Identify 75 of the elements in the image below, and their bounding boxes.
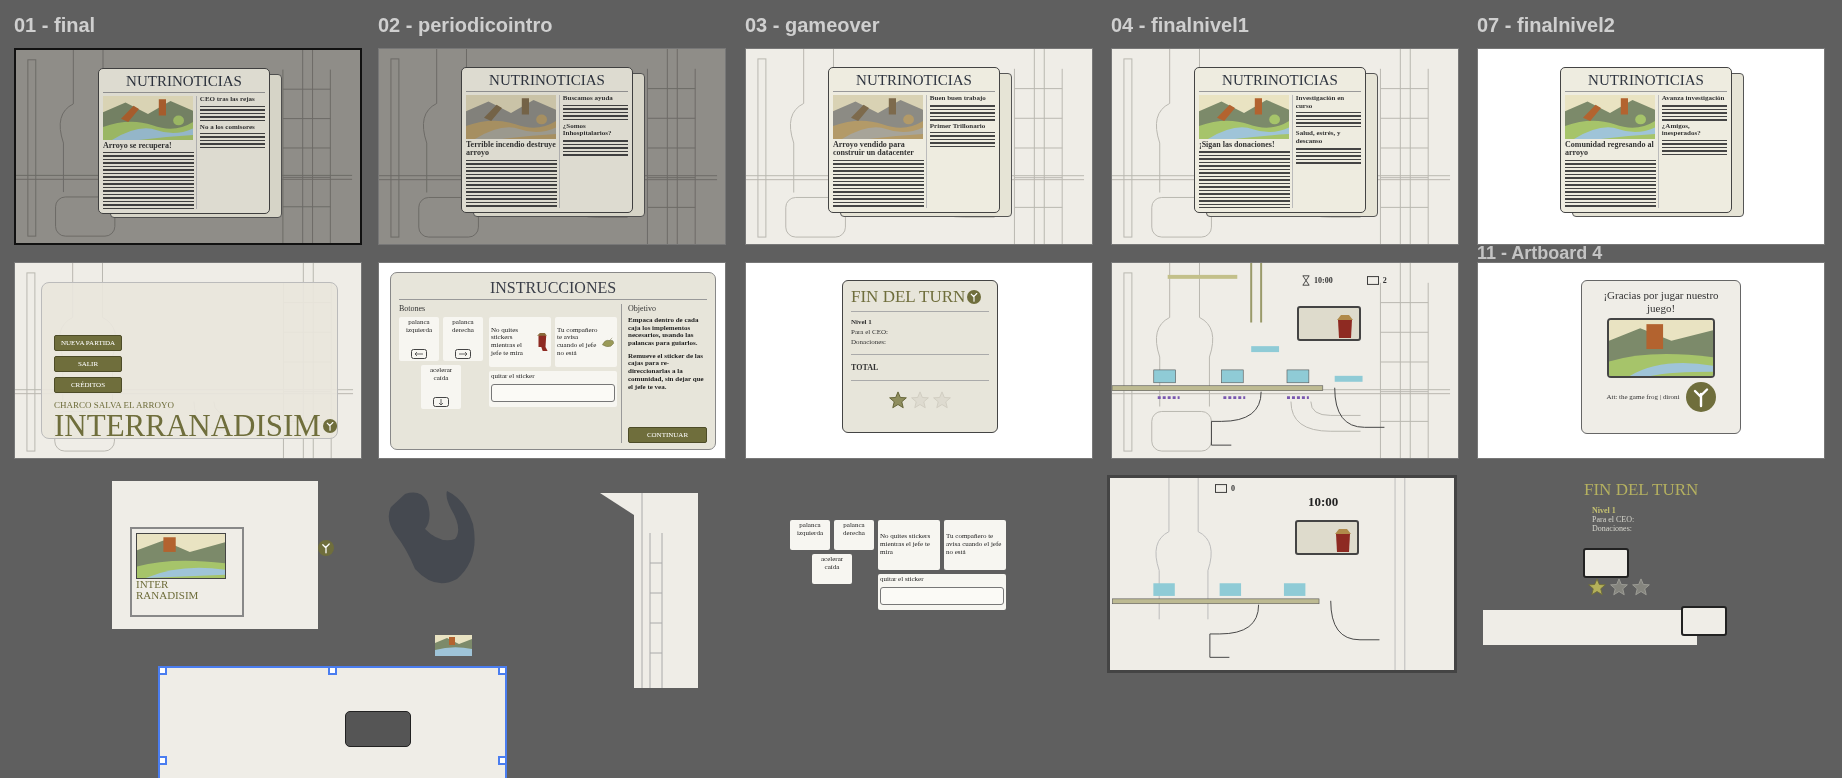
hat-figure-icon	[1333, 527, 1353, 553]
frog-logo-icon	[318, 540, 334, 556]
star-icon	[889, 391, 907, 409]
input-field[interactable]	[880, 586, 1004, 605]
headline: Comunidad regresando al arroyo	[1565, 141, 1655, 158]
section-label: Objetivo	[628, 304, 657, 313]
arrow-key-icon	[455, 349, 471, 359]
star-icon	[1632, 578, 1650, 596]
artboard-title[interactable]: 04 - finalnivel1	[1111, 14, 1249, 37]
arrow-key-icon	[433, 397, 449, 407]
section-label: Botones	[399, 304, 427, 313]
text-lines-drawing	[562, 140, 628, 157]
artboard-title[interactable]: 03 - gameover	[745, 14, 880, 37]
level-label: Nivel 1	[1592, 506, 1617, 515]
text-lines-drawing	[199, 133, 265, 150]
window-frame	[1583, 548, 1629, 578]
artboard-title[interactable]: 01 - final	[14, 14, 96, 37]
resize-handle[interactable]	[328, 668, 337, 675]
artboard-title[interactable]: 02 - periodicointro	[378, 14, 553, 37]
text-lines-drawing	[562, 104, 628, 121]
headline: Arroyo vendido para construir un datacenter	[833, 141, 915, 158]
game-title: INTERRANADISIM	[54, 410, 321, 443]
text-lines-drawing	[929, 104, 995, 121]
hat-figure-icon	[535, 330, 549, 354]
artboard[interactable]	[158, 666, 507, 778]
newspaper-masthead: NUTRINOTICIAS	[1565, 72, 1727, 92]
newspaper-masthead: NUTRINOTICIAS	[833, 72, 995, 92]
text-lines-drawing	[1295, 147, 1361, 164]
window-frame	[345, 711, 411, 747]
total-label: TOTAL	[851, 354, 989, 381]
box-counter: 0	[1231, 484, 1235, 493]
artboard[interactable]: 10:00 2	[1111, 262, 1459, 459]
summary-row-label: Donaciones:	[1592, 524, 1633, 533]
headline: Arroyo se recupera!	[103, 142, 173, 151]
star-icon	[1610, 578, 1628, 596]
game-artboard[interactable]: 0 10:00	[1107, 475, 1457, 673]
summary-heading: FIN DEL TURN	[851, 287, 966, 307]
resize-handle[interactable]	[160, 756, 167, 765]
text-lines-drawing	[929, 132, 995, 149]
newspaper-masthead: NUTRINOTICIAS	[103, 73, 265, 93]
title-line: INTER	[136, 579, 170, 590]
instructions-heading: INSTRUCCIONES	[399, 279, 707, 300]
summary-row-label: Para el CEO:	[1592, 515, 1636, 524]
box-icon	[1215, 484, 1227, 493]
hourglass-icon	[1302, 275, 1310, 286]
artboard-title[interactable]: 11 - Artboard 4	[1477, 245, 1603, 262]
artboard-title[interactable]: 07 - finalnivel2	[1477, 14, 1615, 37]
arrow-key-icon	[411, 349, 427, 359]
box-counter: 2	[1382, 276, 1387, 285]
summary-heading: FIN DEL TURN	[1584, 480, 1700, 500]
star-icon	[1588, 578, 1606, 596]
star-icon	[933, 391, 951, 409]
frog-logo-icon	[967, 290, 982, 304]
artboard[interactable]	[378, 262, 726, 459]
newspaper-masthead: NUTRINOTICIAS	[466, 72, 628, 92]
input-field[interactable]	[491, 383, 615, 402]
headline: ¡Sigan las donaciones!	[1199, 141, 1276, 150]
timer: 10:00	[1314, 276, 1333, 285]
title-line: RANADISIM	[136, 590, 200, 601]
headline: Terrible incendio destruye arroyo	[466, 141, 557, 158]
game-subtitle: CHARCO SALVA EL ARROYO	[54, 400, 175, 410]
frog-logo-icon	[1685, 382, 1716, 413]
hat-figure-icon	[1335, 313, 1355, 339]
resize-handle[interactable]	[498, 756, 505, 765]
text-lines-drawing	[1661, 140, 1727, 157]
title-card-artboard[interactable]: INTER RANADISIM	[112, 481, 318, 629]
newspaper-masthead: NUTRINOTICIAS	[1199, 72, 1361, 92]
box-icon	[1366, 276, 1379, 285]
timer: 10:00	[1308, 494, 1339, 510]
window-frame	[1681, 606, 1727, 636]
text-lines-drawing	[199, 105, 265, 122]
text-lines-drawing	[1661, 104, 1727, 121]
star-icon	[911, 391, 929, 409]
text-lines-drawing	[1295, 112, 1361, 129]
thanks-message: ¡Gracias por jugar nuestro juego!	[1602, 289, 1720, 315]
